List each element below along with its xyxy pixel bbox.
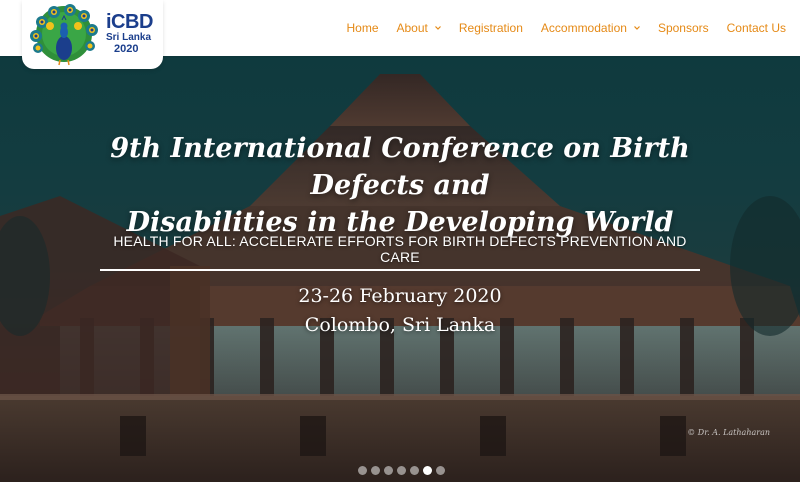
slider-dot[interactable] (358, 466, 367, 475)
slider-pagination (358, 466, 445, 475)
logo-text: iCBD Sri Lanka 2020 (106, 12, 162, 55)
nav-item-registration[interactable]: Registration (459, 21, 523, 35)
logo-location: Sri Lanka (106, 32, 152, 43)
main-nav: Home About Registration Accommodation Sp… (346, 0, 786, 56)
logo-brand: iCBD (106, 11, 153, 33)
site-logo[interactable]: iCBD Sri Lanka 2020 (22, 0, 163, 69)
nav-item-label: Home (346, 21, 379, 35)
slider-dot[interactable] (436, 466, 445, 475)
nav-item-home[interactable]: Home (346, 21, 378, 35)
nav-item-label: Registration (458, 21, 523, 35)
nav-item-label: Accommodation (540, 21, 627, 35)
logo-year: 2020 (114, 43, 139, 55)
chevron-down-icon (434, 26, 441, 30)
hero-slider: 9th International Conference on Birth De… (0, 56, 800, 482)
chevron-down-icon (634, 26, 640, 30)
nav-item-contact[interactable]: Contact Us (727, 21, 786, 35)
nav-item-label: About (396, 21, 428, 35)
nav-item-about[interactable]: About (397, 21, 441, 35)
nav-item-sponsors[interactable]: Sponsors (658, 21, 709, 35)
conference-theme: HEALTH FOR ALL: ACCELERATE EFFORTS FOR B… (100, 233, 700, 271)
title-line-1: 9th International Conference on Birth De… (110, 133, 690, 201)
conference-dates: 23-26 February 2020 (298, 285, 502, 307)
nav-item-label: Sponsors (657, 21, 709, 35)
peacock-logo-icon (30, 4, 98, 66)
slider-dot[interactable] (397, 466, 406, 475)
slider-dot[interactable] (371, 466, 380, 475)
conference-venue: Colombo, Sri Lanka (304, 314, 496, 336)
slider-dot-active[interactable] (423, 466, 432, 475)
nav-item-label: Contact Us (726, 21, 786, 35)
slider-dot[interactable] (384, 466, 393, 475)
conference-title: 9th International Conference on Birth De… (60, 130, 740, 241)
photo-credit: © Dr. A. Lathaharan (687, 428, 770, 437)
nav-item-accommodation[interactable]: Accommodation (541, 21, 640, 35)
slider-dot[interactable] (410, 466, 419, 475)
